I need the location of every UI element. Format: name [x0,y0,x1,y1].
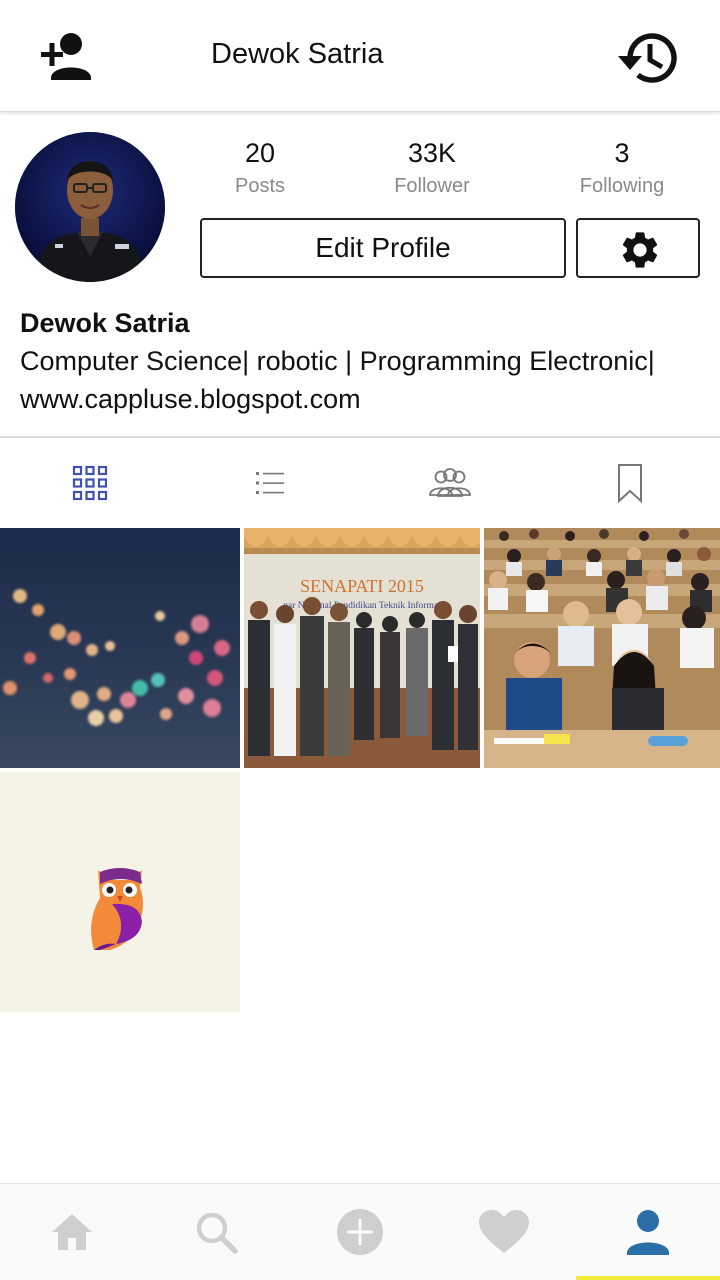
person-add-icon[interactable] [34,28,98,86]
nav-activity[interactable] [432,1184,576,1280]
search-icon [196,1212,238,1254]
tab-tagged[interactable] [360,440,540,526]
post-thumbnail-2[interactable]: SENAPATI 2015 nar Nasional Pendidikan Te… [244,528,480,768]
nav-search[interactable] [144,1184,288,1280]
tab-saved[interactable] [540,440,720,526]
following-label: Following [579,175,665,197]
list-icon [256,472,284,494]
add-circle-icon [337,1209,383,1255]
profile-stats: 20 Posts 33K Follower 3 Following [200,134,710,204]
posts-stat[interactable]: 20 Posts [190,134,330,200]
active-tab-indicator [576,1276,720,1280]
nav-profile[interactable] [576,1184,720,1280]
tab-list[interactable] [180,440,360,526]
top-app-bar: Dewok Satria [0,0,720,112]
bio-text: Computer Science| robotic | Programming … [20,346,655,376]
post-thumbnail-4[interactable] [0,772,240,1012]
followers-label: Follower [394,175,470,197]
settings-button[interactable] [576,218,700,278]
home-icon [52,1214,92,1250]
nav-add-post[interactable] [288,1184,432,1280]
history-icon[interactable] [614,24,682,92]
view-tabs [0,440,720,526]
profile-bio: Dewok Satria Computer Science| robotic |… [20,304,710,418]
bookmark-icon [618,464,642,503]
avatar[interactable] [15,132,165,282]
page-title: Dewok Satria [211,38,384,70]
posts-count: 20 [244,138,276,168]
tab-grid[interactable] [0,440,180,526]
nav-home[interactable] [0,1184,144,1280]
posts-label: Posts [234,175,286,197]
bottom-navigation [0,1183,720,1280]
banner-title: SENAPATI 2015 [300,576,424,596]
post-thumbnail-3[interactable] [484,528,720,768]
following-count: 3 [614,138,630,168]
edit-profile-button[interactable]: Edit Profile [200,218,566,278]
bio-link[interactable]: www.cappluse.blogspot.com [20,380,710,418]
gear-icon [622,232,658,268]
profile-name: Dewok Satria [20,308,190,338]
section-divider [0,436,720,438]
grid-icon [72,465,108,501]
people-tag-icon [429,468,471,497]
profile-icon [627,1210,669,1255]
heart-icon [479,1210,529,1253]
followers-count: 33K [407,138,457,168]
post-thumbnail-1[interactable] [0,528,240,768]
following-stat[interactable]: 3 Following [552,134,692,200]
followers-stat[interactable]: 33K Follower [362,134,502,200]
